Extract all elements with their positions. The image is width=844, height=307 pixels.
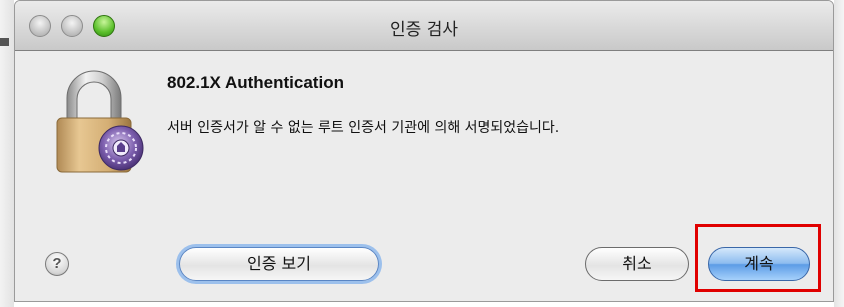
show-certificate-button[interactable]: 인증 보기 xyxy=(179,247,379,281)
window-title: 인증 검사 xyxy=(390,20,458,40)
background-window-stripe xyxy=(0,38,9,46)
dialog-heading: 802.1X Authentication xyxy=(167,73,344,92)
background-window-edge-right xyxy=(834,0,844,307)
bottom-margin xyxy=(14,302,834,307)
highlight-annotation xyxy=(695,224,821,292)
help-button[interactable]: ? xyxy=(45,252,69,276)
background-window-edge xyxy=(0,0,14,307)
dialog-message: 서버 인증서가 알 수 없는 루트 인증서 기관에 의해 서명되었습니다. xyxy=(167,120,560,136)
lock-certificate-icon xyxy=(56,70,144,173)
cancel-button[interactable]: 취소 xyxy=(585,247,689,281)
title-bar[interactable]: 인증 검사 xyxy=(15,1,833,51)
